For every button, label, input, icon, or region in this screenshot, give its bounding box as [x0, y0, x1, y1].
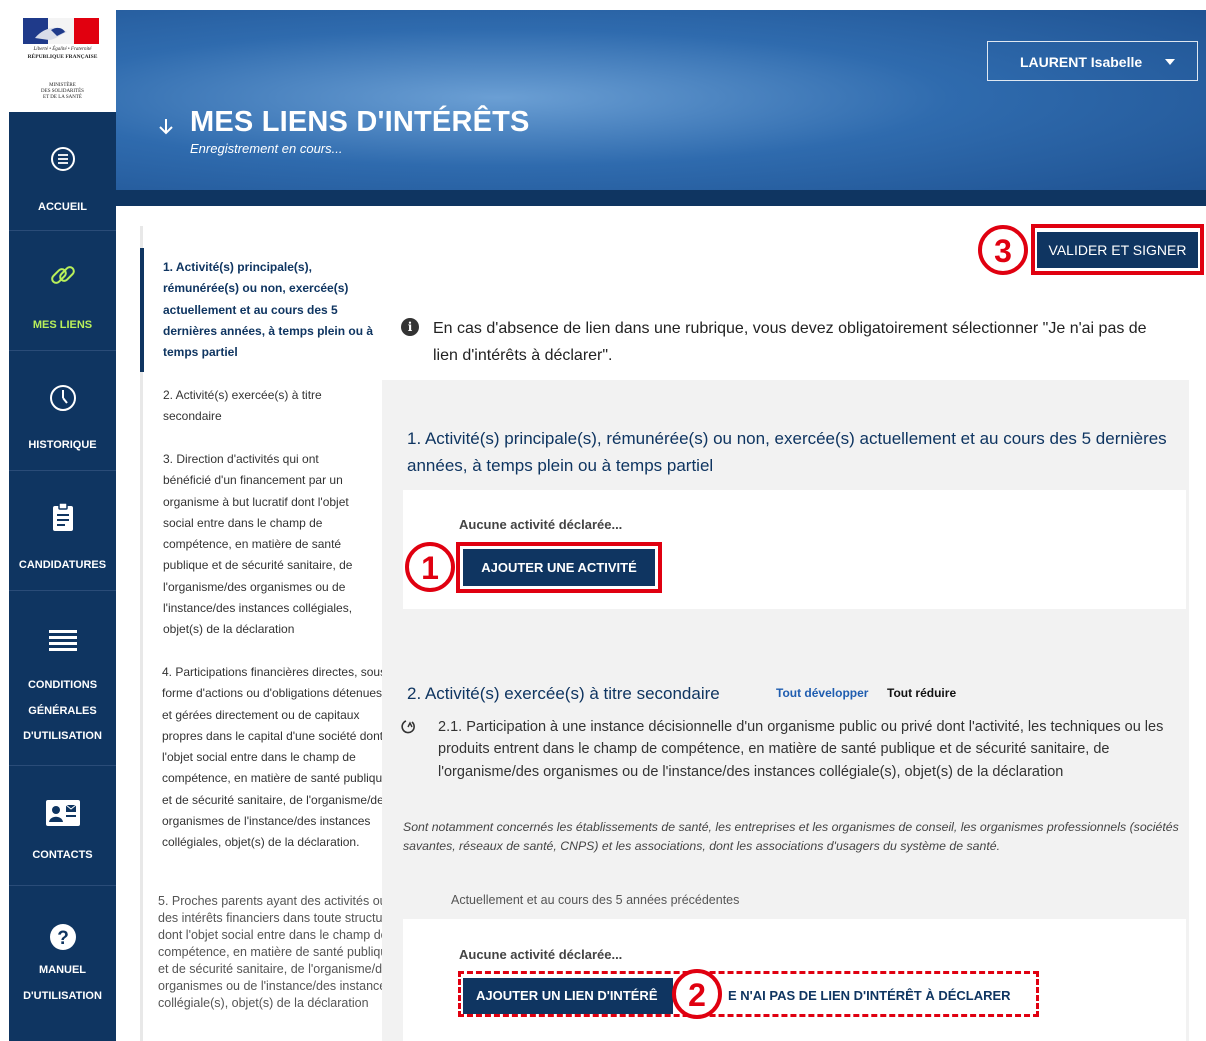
nav-item-conditions[interactable]: CONDITIONS GÉNÉRALES D'UTILISATION — [9, 590, 116, 766]
ministry-line-3: ET DE LA SANTÉ — [43, 95, 82, 100]
nav-item-accueil[interactable]: ACCUEIL — [9, 112, 116, 231]
page-title: MES LIENS D'INTÉRÊTS — [190, 106, 530, 138]
help-icon: ? — [9, 923, 116, 951]
annotation-box-3 — [1031, 224, 1204, 275]
header-band — [116, 190, 1206, 206]
save-status: Enregistrement en cours... — [190, 141, 343, 156]
caret-down-icon — [1165, 59, 1175, 65]
annotation-box-2 — [458, 971, 1039, 1017]
period-label: Actuellement et au cours des 5 années pr… — [451, 893, 740, 907]
nav-item-contacts[interactable]: CONTACTS — [9, 765, 116, 886]
svg-text:?: ? — [57, 928, 69, 949]
toc-item-5[interactable]: 5. Proches parents ayant des activités o… — [158, 893, 396, 1012]
nav-label-candidatures: CANDIDATURES — [18, 559, 107, 571]
nav-label-historique: HISTORIQUE — [28, 439, 97, 451]
toc-item-4[interactable]: 4. Participations financières directes, … — [162, 662, 392, 854]
menu-icon — [9, 628, 116, 652]
toc-item-2[interactable]: 2. Activité(s) exercée(s) à titre second… — [163, 385, 348, 428]
app-frame: Liberté • Égalité • Fraternité RÉPUBLIQU… — [0, 0, 1206, 1041]
section-1-title: 1. Activité(s) principale(s), rémunérée(… — [407, 429, 1167, 475]
info-message: En cas d'absence de lien dans une rubriq… — [433, 320, 1147, 364]
nav-label-manuel-2: D'UTILISATION — [23, 990, 102, 1002]
marianne-logo-icon — [21, 18, 101, 46]
nav-label-mes-liens: MES LIENS — [32, 319, 93, 331]
collapse-toggle-icon[interactable] — [401, 718, 415, 734]
nav-label-contacts: CONTACTS — [32, 849, 93, 861]
subsection-2-1-title: 2.1. Participation à une instance décisi… — [438, 719, 1164, 780]
contact-card-icon — [9, 799, 116, 827]
nav-item-mes-liens[interactable]: MES LIENS — [9, 230, 116, 351]
link-icon — [9, 260, 116, 290]
nav-label-manuel-1: MANUEL — [38, 964, 87, 976]
motto-text: Liberté • Égalité • Fraternité — [33, 47, 92, 52]
ministry-logo[interactable]: Liberté • Égalité • Fraternité RÉPUBLIQU… — [9, 10, 117, 112]
expand-all-link[interactable]: Tout développer — [776, 686, 868, 700]
nav-item-manuel[interactable]: ? MANUEL D'UTILISATION — [9, 885, 116, 1041]
toc-item-1[interactable]: 1. Activité(s) principale(s), rémunérée(… — [163, 257, 378, 363]
republic-text: RÉPUBLIQUE FRANÇAISE — [27, 54, 98, 60]
annotation-marker-3: 3 — [978, 225, 1028, 275]
clipboard-icon — [9, 502, 116, 532]
section-2-title: 2. Activité(s) exercée(s) à titre second… — [407, 684, 720, 703]
section-2-empty: Aucune activité déclarée... — [459, 947, 623, 962]
nav-label-conditions-1: CONDITIONS — [27, 679, 98, 691]
collapse-all-link[interactable]: Tout réduire — [887, 686, 956, 700]
nav-item-candidatures[interactable]: CANDIDATURES — [9, 470, 116, 591]
nav-label-accueil: ACCUEIL — [38, 201, 87, 213]
user-menu-button[interactable]: LAURENT Isabelle — [987, 41, 1198, 81]
annotation-box-1 — [456, 542, 662, 593]
toc-active-indicator — [140, 248, 144, 372]
list-circle-icon — [9, 146, 116, 172]
subsection-note: Sont notamment concernés les établisseme… — [403, 820, 1179, 854]
nav-item-historique[interactable]: HISTORIQUE — [9, 350, 116, 471]
user-name: LAURENT Isabelle — [1020, 54, 1143, 70]
toc-item-3[interactable]: 3. Direction d'activités qui ont bénéfic… — [163, 449, 368, 641]
nav-label-conditions-2: GÉNÉRALES — [28, 705, 97, 717]
section-1-empty: Aucune activité déclarée... — [459, 517, 623, 532]
nav-label-conditions-3: D'UTILISATION — [23, 730, 102, 742]
clock-icon — [9, 384, 116, 412]
annotation-marker-1: 1 — [405, 542, 455, 592]
annotation-marker-2: 2 — [672, 969, 722, 1019]
arrow-down-icon — [159, 119, 173, 135]
info-icon: i — [401, 318, 419, 336]
